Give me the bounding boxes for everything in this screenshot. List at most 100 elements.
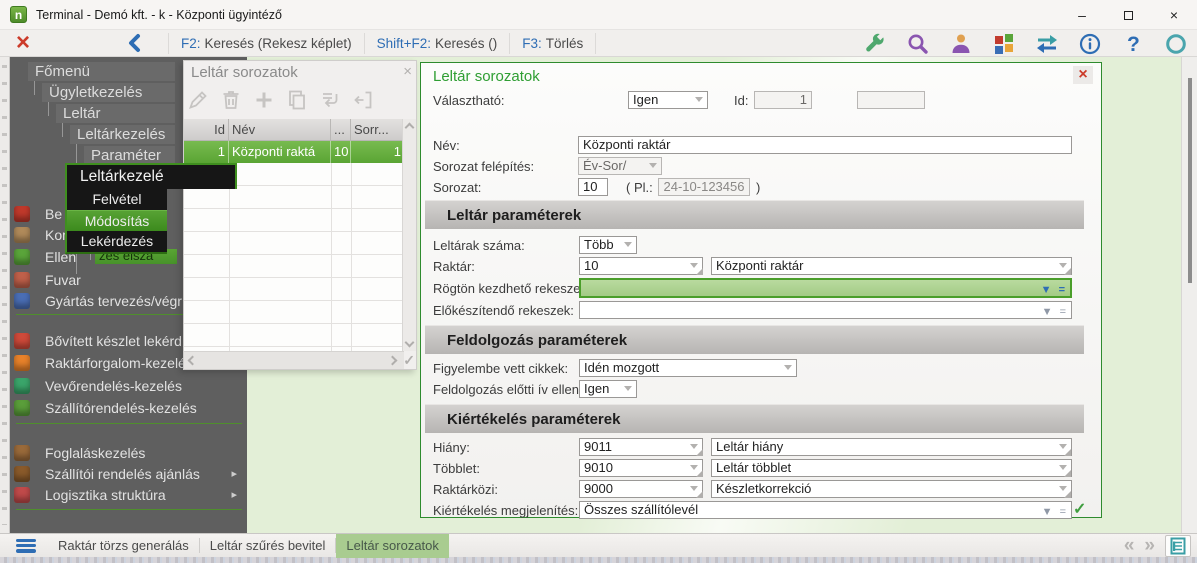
raktarkozi-code-combo[interactable]: 9000 xyxy=(579,480,703,498)
combo-grip-icon[interactable] xyxy=(696,470,703,477)
elokeszitendo-combo[interactable]: ▼ = xyxy=(579,301,1072,319)
edit-pencil-icon[interactable] xyxy=(186,88,210,112)
submenu-item-lekerdezes[interactable]: Lekérdezés xyxy=(67,231,167,252)
form-close-icon[interactable]: × xyxy=(1073,66,1093,84)
tools-wrench-icon[interactable] xyxy=(862,31,888,57)
menu-item-vevorendeles[interactable]: Vevőrendelés-kezelés xyxy=(45,377,182,396)
combo-grip-icon[interactable] xyxy=(1064,449,1071,456)
column-header-sorr[interactable]: Sorr... xyxy=(351,119,404,140)
menu-item-icon xyxy=(14,400,30,416)
delete-trash-icon[interactable] xyxy=(219,88,243,112)
scroll-left-icon[interactable] xyxy=(187,355,198,366)
menu-item-fuvar[interactable]: Fuvar xyxy=(45,271,81,290)
main-vertical-scrollbar[interactable] xyxy=(1181,57,1197,533)
hiany-name-combo[interactable]: Leltár hiány xyxy=(711,438,1072,456)
feldolgozas-elotti-dropdown[interactable]: Igen xyxy=(579,380,637,398)
column-header-dots[interactable]: ... xyxy=(331,119,351,140)
background-window-bottom-edge xyxy=(0,557,1197,563)
raktar-name-combo[interactable]: Központi raktár xyxy=(711,257,1072,275)
submenu-item-felvetel[interactable]: Felvétel xyxy=(67,189,167,210)
back-icon[interactable] xyxy=(124,32,146,54)
modules-grid-icon[interactable] xyxy=(991,31,1017,57)
valaszthato-dropdown[interactable]: Igen xyxy=(628,91,708,109)
raktarkozi-label: Raktárközi: xyxy=(433,482,499,497)
tree-connector xyxy=(62,123,63,137)
raktarkozi-name-combo[interactable]: Készletkorrekció xyxy=(711,480,1072,498)
sorozat-felepites-dropdown[interactable]: Év-Sor/ xyxy=(578,157,662,175)
menu-item-icon xyxy=(14,445,30,461)
dropdown-arrow-icon xyxy=(695,97,703,102)
list-close-icon[interactable]: × xyxy=(403,63,412,80)
menu-tree-leltarkezeles[interactable]: Leltárkezelés xyxy=(70,125,175,144)
column-header-id[interactable]: Id xyxy=(184,119,229,140)
close-window-button[interactable]: × xyxy=(1151,0,1197,30)
list-confirm-check-icon[interactable]: ✓ xyxy=(403,352,415,369)
copy-icon[interactable] xyxy=(285,88,309,112)
tab-leltar-szures-bevitel[interactable]: Leltár szűrés bevitel xyxy=(200,534,336,558)
transfer-arrows-icon[interactable] xyxy=(1034,31,1060,57)
valaszthato-label: Választható: xyxy=(433,93,505,108)
minimize-button[interactable]: – xyxy=(1059,0,1105,30)
rogton-kezdheto-combo[interactable]: ▼ = xyxy=(579,278,1072,298)
menu-item-occluded-1[interactable]: Be xyxy=(45,205,62,224)
combo-grip-icon[interactable] xyxy=(1064,491,1071,498)
combo-grip-icon[interactable] xyxy=(1064,268,1071,275)
kiertekeles-megjelenites-label: Kiértékelés megjelenítés: xyxy=(433,503,579,518)
list-horizontal-scrollbar[interactable] xyxy=(184,351,404,369)
scroll-up-icon[interactable] xyxy=(404,122,415,133)
hiany-code-combo[interactable]: 9011 xyxy=(579,438,703,456)
tab-leltar-sorozatok[interactable]: Leltár sorozatok xyxy=(336,533,449,558)
tobblet-name-combo[interactable]: Leltár többlet xyxy=(711,459,1072,477)
status-ring-icon[interactable] xyxy=(1163,31,1189,57)
info-icon[interactable] xyxy=(1077,31,1103,57)
nev-input[interactable]: Központi raktár xyxy=(578,136,1072,154)
help-icon[interactable]: ? xyxy=(1120,31,1146,57)
menu-item-raktarforgalom[interactable]: Raktárforgalom-kezelé xyxy=(45,354,186,373)
menu-tree-ugyletkezeles[interactable]: Ügyletkezelés xyxy=(42,83,175,102)
raktar-code-combo[interactable]: 10 xyxy=(579,257,703,275)
abort-icon[interactable]: × xyxy=(10,31,36,55)
menu-tree-fomenu[interactable]: Főmenü xyxy=(28,62,175,81)
submenu-item-modositas[interactable]: Módosítás xyxy=(67,210,167,231)
selected-table-row[interactable]: 1 Központi raktá 10 1 xyxy=(184,141,404,163)
column-header-nev[interactable]: Név xyxy=(229,119,331,140)
combo-grip-icon[interactable] xyxy=(696,491,703,498)
f2-key-label: F2: xyxy=(181,35,201,51)
combo-grip-icon[interactable] xyxy=(1064,470,1071,477)
menu-hamburger-icon[interactable] xyxy=(16,538,36,553)
menu-tree-leltar[interactable]: Leltár xyxy=(56,104,175,123)
list-vertical-scrollbar[interactable] xyxy=(402,119,416,351)
export-row-icon[interactable] xyxy=(351,88,375,112)
menu-item-logisztika-struktura[interactable]: Logisztika struktúra xyxy=(45,486,166,505)
menu-item-bovitett-keszlet[interactable]: Bővített készlet lekérd xyxy=(45,332,182,351)
combo-grip-icon[interactable] xyxy=(696,268,703,275)
tab-raktar-torzs-generalas[interactable]: Raktár törzs generálás xyxy=(48,534,199,558)
user-icon[interactable] xyxy=(948,31,974,57)
menu-item-gyartas[interactable]: Gyártás tervezés/végr xyxy=(45,292,182,311)
combo-grip-icon[interactable] xyxy=(696,449,703,456)
add-plus-icon[interactable] xyxy=(252,88,276,112)
scroll-down-icon[interactable] xyxy=(404,337,415,348)
maximize-button[interactable] xyxy=(1105,0,1151,30)
search-icon[interactable] xyxy=(905,31,931,57)
f3-delete-button[interactable]: F3: Törlés xyxy=(510,30,595,56)
scroll-right-icon[interactable] xyxy=(387,355,398,366)
leltarak-szama-dropdown[interactable]: Több xyxy=(579,236,637,254)
figyelembe-vett-dropdown[interactable]: Idén mozgott xyxy=(579,359,797,377)
pl-prefix-label: ( Pl.: xyxy=(626,180,653,195)
page-first-icon[interactable]: « xyxy=(1124,535,1135,557)
page-last-icon[interactable]: » xyxy=(1144,535,1155,557)
menu-item-szallitoi-rendeles-ajanlas[interactable]: Szállítói rendelés ajánlás xyxy=(45,465,200,484)
toolbar: × F2: Keresés (Rekesz képlet) Shift+F2: … xyxy=(0,30,1197,57)
kiertekeles-megjelenites-combo[interactable]: Összes szállítólevél ▼ = xyxy=(579,501,1072,519)
menu-item-szallitorendeles[interactable]: Szállítórendelés-kezelés xyxy=(45,399,197,418)
sorozat-input[interactable]: 10 xyxy=(578,178,608,196)
f2-search-button[interactable]: F2: Keresés (Rekesz képlet) xyxy=(169,30,364,56)
shift-f2-search-button[interactable]: Shift+F2: Keresés () xyxy=(365,30,510,56)
f2-label: Keresés (Rekesz képlet) xyxy=(204,35,352,51)
menu-item-foglalaskezeles[interactable]: Foglaláskezelés xyxy=(45,444,145,463)
scrollbar-thumb[interactable] xyxy=(1188,78,1192,283)
import-rows-icon[interactable] xyxy=(318,88,342,112)
document-list-button[interactable] xyxy=(1165,535,1191,557)
tobblet-code-combo[interactable]: 9010 xyxy=(579,459,703,477)
